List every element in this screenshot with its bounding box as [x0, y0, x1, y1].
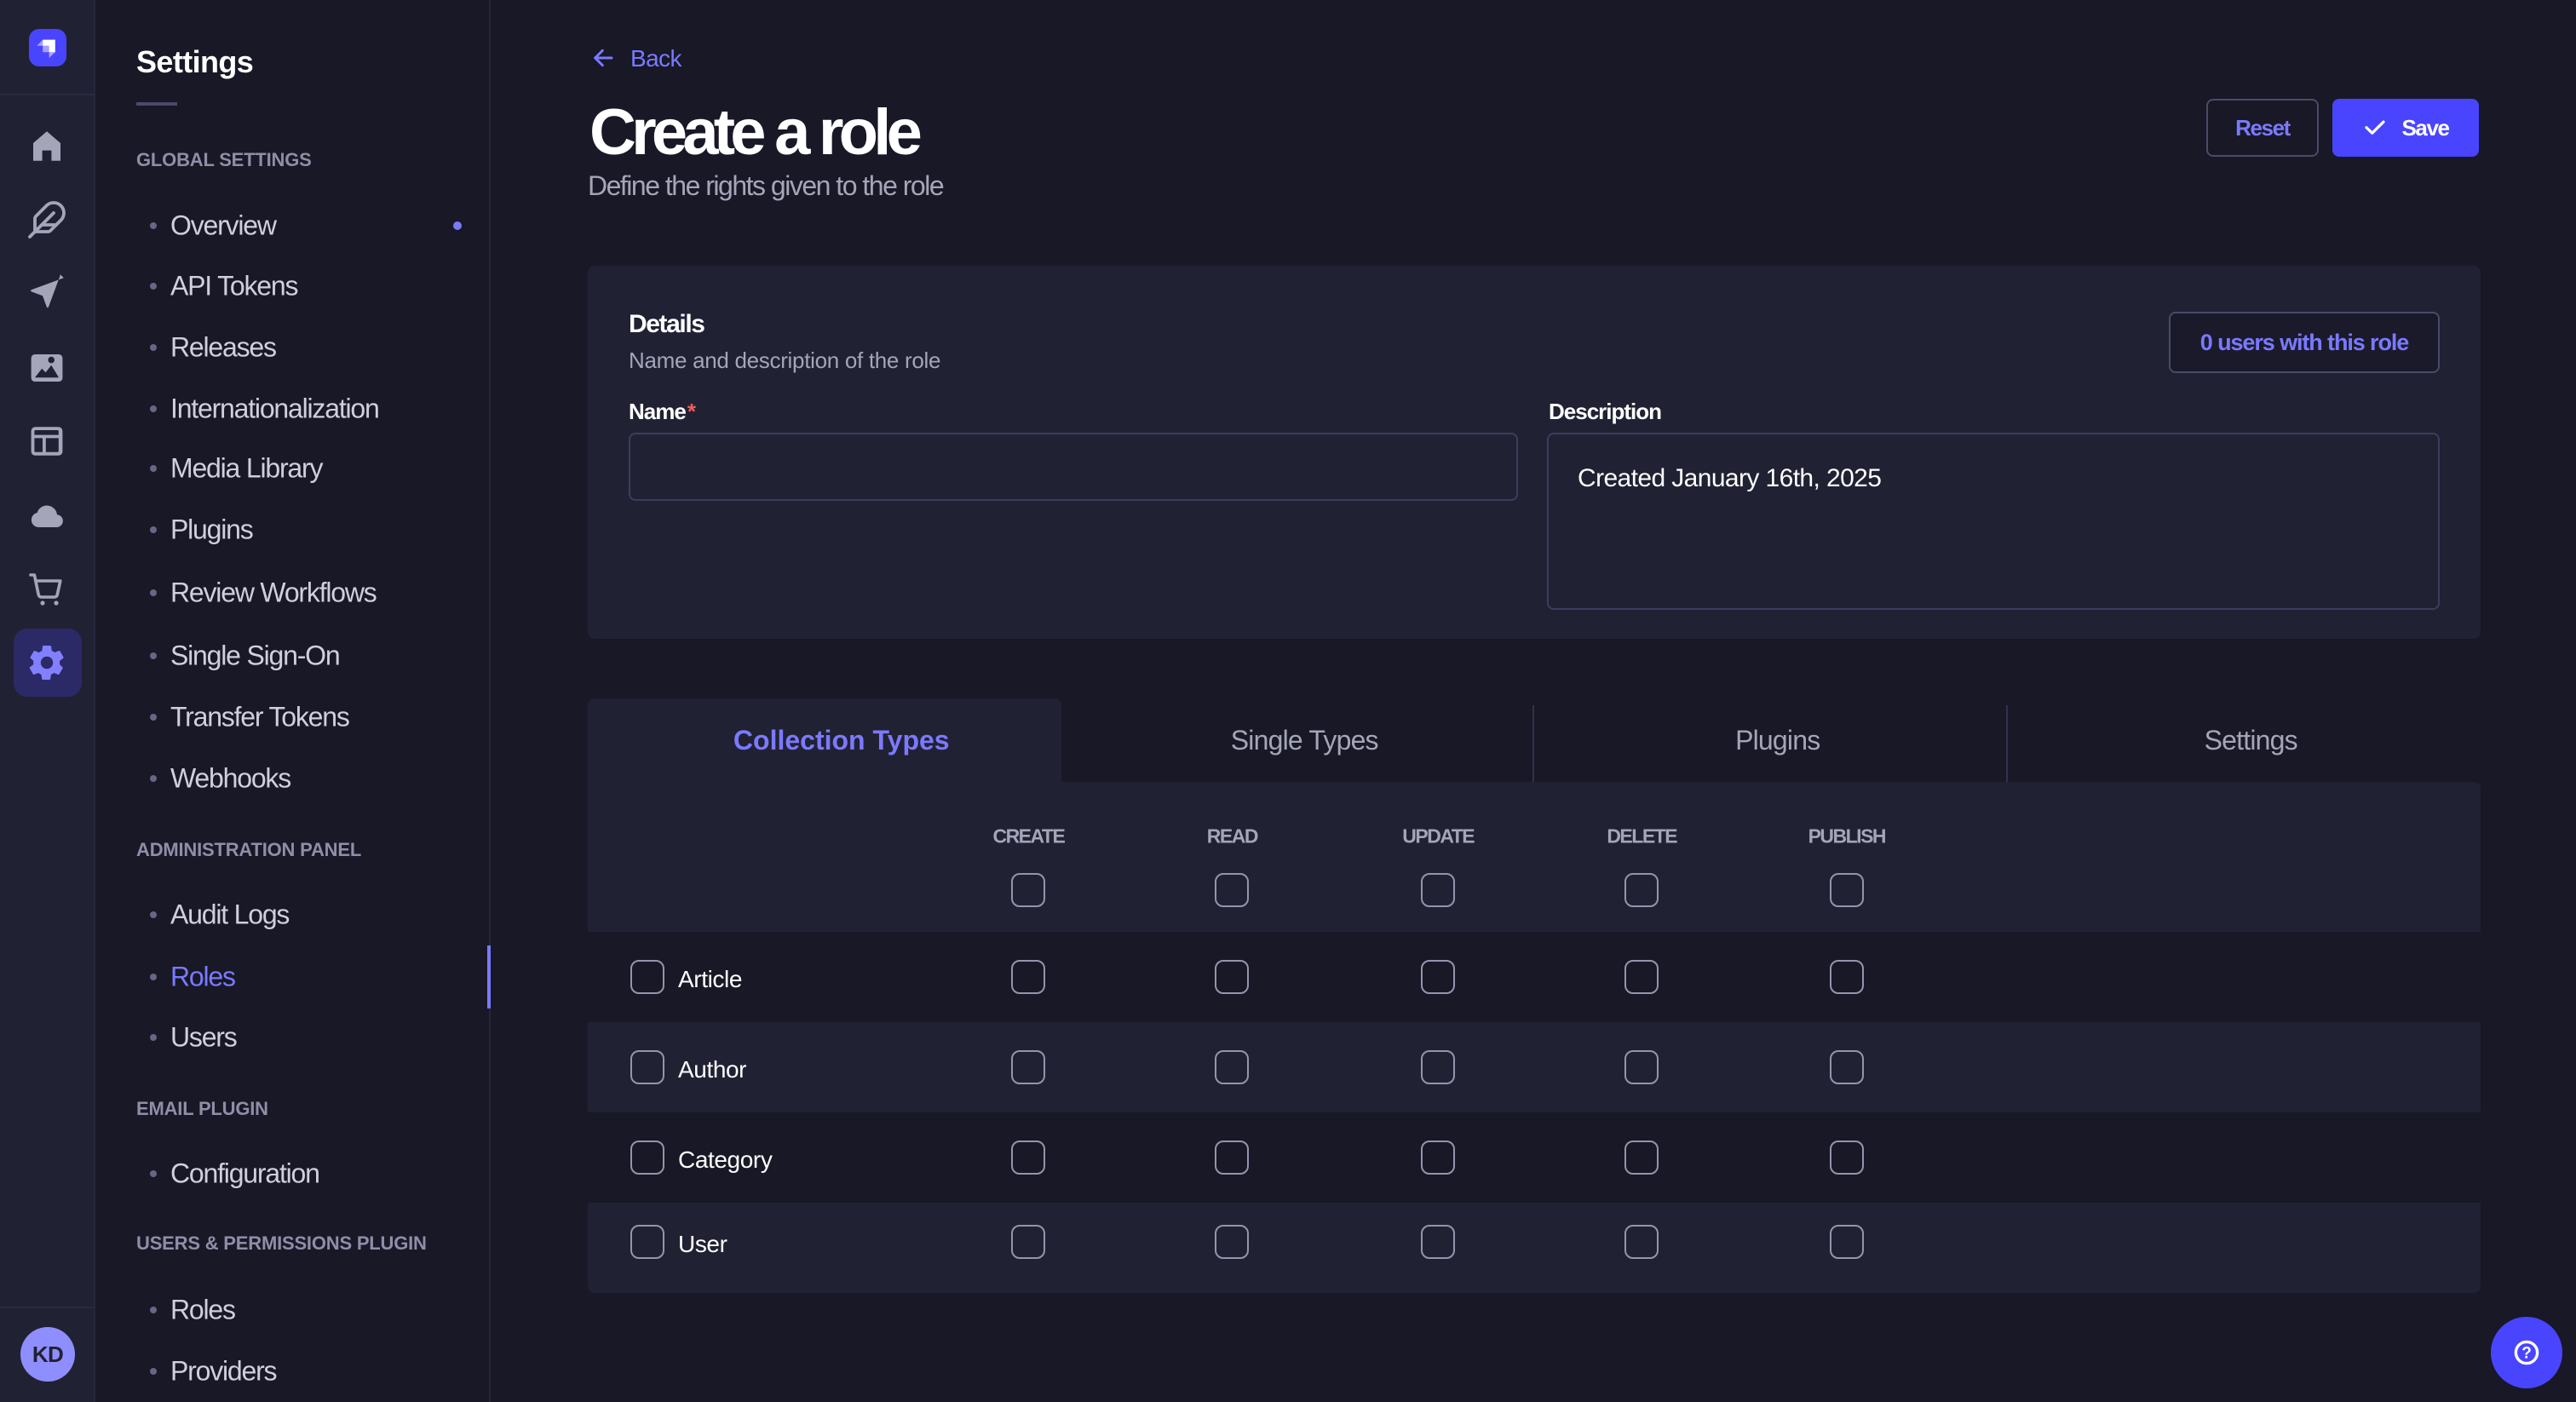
svg-text:?: ?	[2521, 1344, 2532, 1362]
